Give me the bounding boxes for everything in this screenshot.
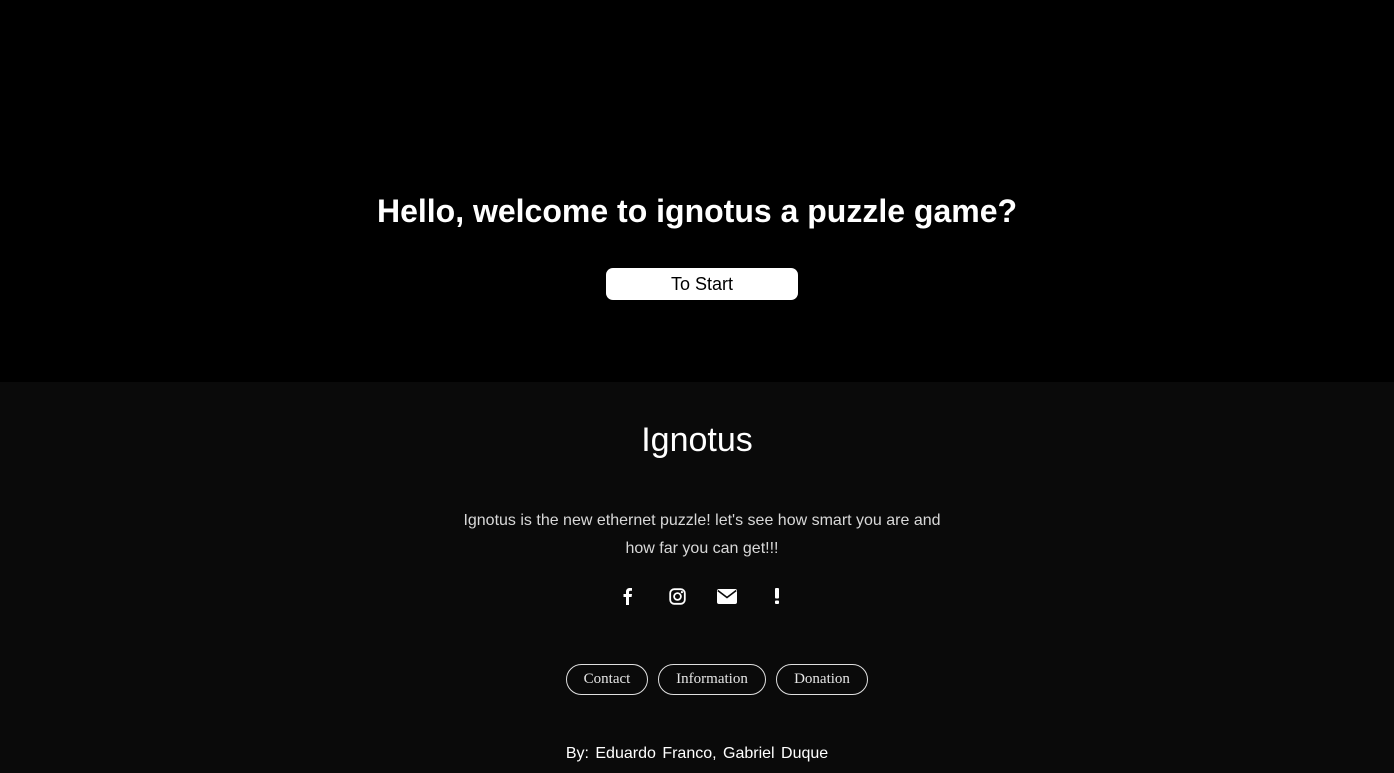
footer: Ignotus Ignotus is the new ethernet puzz… bbox=[0, 382, 1394, 773]
footer-title: Ignotus bbox=[641, 421, 753, 459]
social-links bbox=[0, 584, 1394, 608]
facebook-icon[interactable] bbox=[615, 584, 639, 608]
footer-links: Contact Information Donation bbox=[0, 664, 1394, 695]
hero-section: Hello, welcome to ignotus a puzzle game?… bbox=[0, 0, 1394, 382]
start-button[interactable]: To Start bbox=[606, 268, 798, 300]
contact-link[interactable]: Contact bbox=[566, 664, 648, 695]
exclamation-icon[interactable] bbox=[765, 584, 789, 608]
hero-title: Hello, welcome to ignotus a puzzle game? bbox=[376, 193, 1018, 229]
information-link[interactable]: Information bbox=[658, 664, 766, 695]
footer-description: Ignotus is the new ethernet puzzle! let'… bbox=[463, 512, 941, 557]
envelope-icon[interactable] bbox=[715, 584, 739, 608]
credits: By: Eduardo Franco, Gabriel Duque bbox=[565, 745, 829, 762]
instagram-icon[interactable] bbox=[665, 584, 689, 608]
donation-link[interactable]: Donation bbox=[776, 664, 868, 695]
